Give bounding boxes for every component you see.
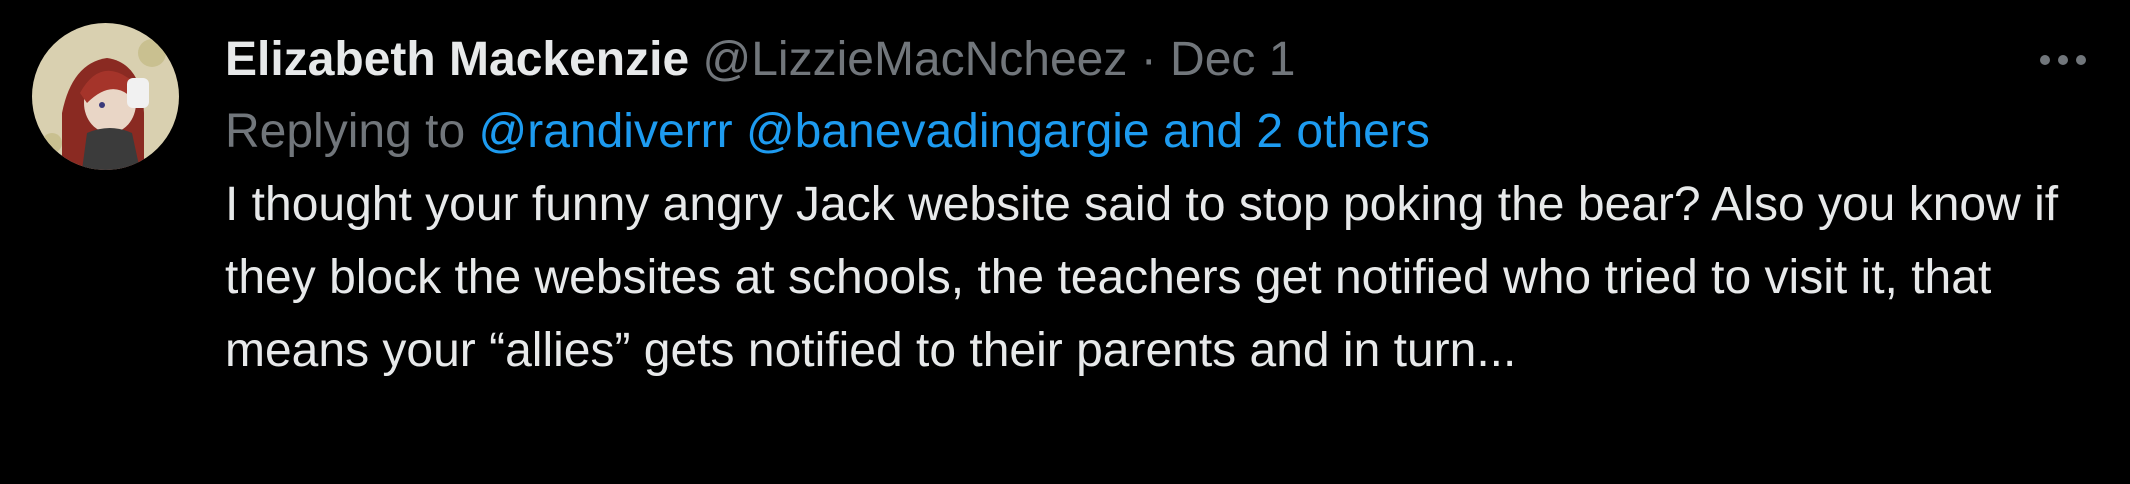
- more-horizontal-icon: [2040, 55, 2050, 65]
- replying-to-label: Replying to: [225, 105, 466, 158]
- others-link[interactable]: and 2 others: [1163, 105, 1430, 158]
- mention-link[interactable]: @banevadingargie: [746, 105, 1150, 158]
- separator: ·: [1140, 33, 1157, 86]
- avatar-image: [32, 23, 179, 170]
- author-handle[interactable]: @LizzieMacNcheez: [703, 33, 1128, 86]
- tweet-content: Elizabeth Mackenzie @LizzieMacNcheez · D…: [225, 28, 2058, 387]
- more-options-button[interactable]: [2028, 38, 2098, 82]
- tweet-date[interactable]: Dec 1: [1170, 33, 1295, 86]
- tweet[interactable]: Elizabeth Mackenzie @LizzieMacNcheez · D…: [0, 0, 2130, 484]
- replying-to: Replying to @randiverrr @banevadingargie…: [225, 100, 2000, 164]
- avatar[interactable]: [32, 23, 179, 170]
- author-name[interactable]: Elizabeth Mackenzie: [225, 33, 689, 86]
- tweet-header: Elizabeth Mackenzie @LizzieMacNcheez · D…: [225, 28, 2000, 92]
- mention-link[interactable]: @randiverrr: [478, 105, 732, 158]
- tweet-text: I thought your funny angry Jack website …: [225, 178, 2059, 377]
